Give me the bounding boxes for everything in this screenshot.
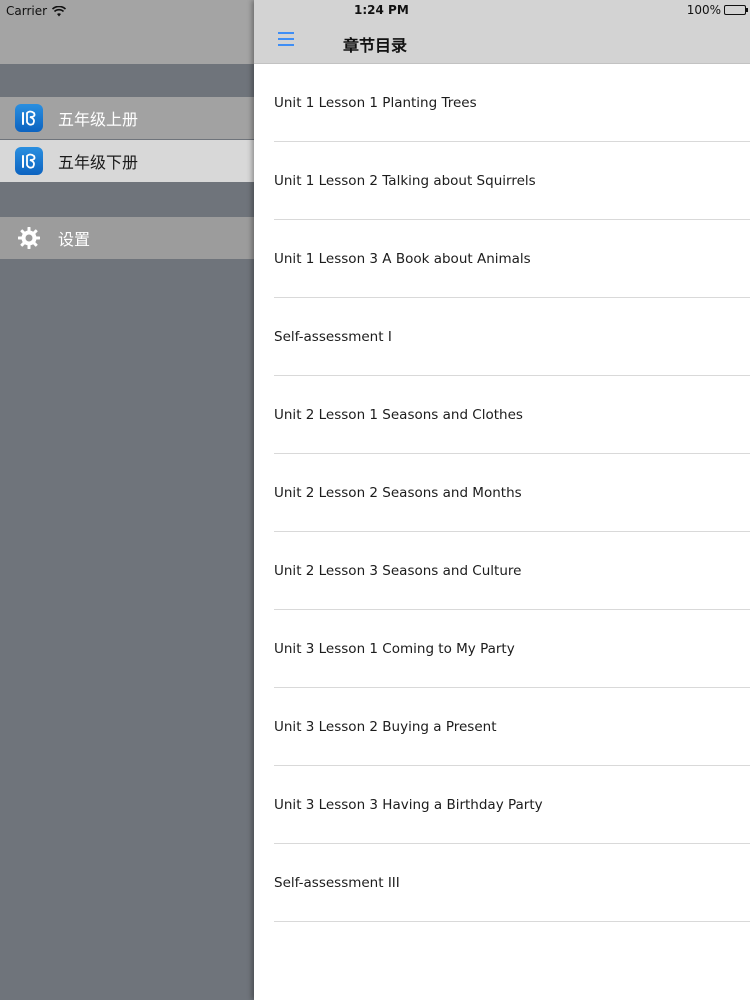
carrier-label: Carrier bbox=[6, 4, 48, 18]
battery-icon bbox=[724, 5, 748, 15]
status-left: Carrier bbox=[6, 3, 67, 19]
chapter-label: Unit 3 Lesson 1 Coming to My Party bbox=[274, 641, 515, 657]
chapter-label: Unit 3 Lesson 3 Having a Birthday Party bbox=[274, 797, 543, 813]
chapter-list: Unit 1 Lesson 1 Planting Trees Unit 1 Le… bbox=[254, 64, 750, 922]
chapter-item[interactable]: Self-assessment I bbox=[254, 298, 750, 376]
gear-icon bbox=[15, 224, 43, 252]
sidebar-item-settings[interactable]: 设置 bbox=[0, 217, 254, 259]
chapter-label: Unit 1 Lesson 3 A Book about Animals bbox=[274, 251, 531, 267]
navigation-bar: 1:24 PM 100% 章节目录 bbox=[254, 0, 750, 64]
status-time: 1:24 PM bbox=[354, 3, 409, 17]
hamburger-menu-icon[interactable] bbox=[278, 32, 296, 48]
chapter-label: Unit 3 Lesson 2 Buying a Present bbox=[274, 719, 497, 735]
chapter-label: Unit 2 Lesson 1 Seasons and Clothes bbox=[274, 407, 523, 423]
chapter-item[interactable]: Self-assessment III bbox=[254, 844, 750, 922]
chapter-label: Self-assessment I bbox=[274, 329, 392, 345]
wifi-icon bbox=[52, 5, 67, 16]
chapter-item[interactable]: Unit 1 Lesson 2 Talking about Squirrels bbox=[254, 142, 750, 220]
chapter-item[interactable]: Unit 2 Lesson 2 Seasons and Months bbox=[254, 454, 750, 532]
chapter-item[interactable]: Unit 2 Lesson 1 Seasons and Clothes bbox=[254, 376, 750, 454]
chapter-item[interactable]: Unit 1 Lesson 1 Planting Trees bbox=[254, 64, 750, 142]
sidebar: Carrier 五年级上册 五年级下册 设置 bbox=[0, 0, 254, 1000]
chapter-label: Self-assessment III bbox=[274, 875, 400, 891]
chapter-item[interactable]: Unit 3 Lesson 2 Buying a Present bbox=[254, 688, 750, 766]
chapter-label: Unit 2 Lesson 2 Seasons and Months bbox=[274, 485, 522, 501]
chapter-panel: 1:24 PM 100% 章节目录 Unit 1 Lesson 1 Planti… bbox=[254, 0, 750, 1000]
sidebar-item-label: 设置 bbox=[58, 230, 91, 249]
sidebar-item-grade5-vol1[interactable]: 五年级上册 bbox=[0, 97, 254, 139]
book-app-icon bbox=[15, 147, 43, 175]
sidebar-item-label: 五年级上册 bbox=[58, 110, 139, 129]
sidebar-item-label: 五年级下册 bbox=[58, 153, 139, 172]
status-right: 100% bbox=[686, 3, 748, 17]
book-app-icon bbox=[15, 104, 43, 132]
chapter-item[interactable]: Unit 2 Lesson 3 Seasons and Culture bbox=[254, 532, 750, 610]
chapter-item[interactable]: Unit 1 Lesson 3 A Book about Animals bbox=[254, 220, 750, 298]
chapter-label: Unit 1 Lesson 1 Planting Trees bbox=[274, 95, 477, 111]
chapter-item[interactable]: Unit 3 Lesson 1 Coming to My Party bbox=[254, 610, 750, 688]
sidebar-header: Carrier bbox=[0, 0, 254, 64]
chapter-label: Unit 2 Lesson 3 Seasons and Culture bbox=[274, 563, 522, 579]
battery-percent: 100% bbox=[686, 3, 721, 17]
chapter-item[interactable]: Unit 3 Lesson 3 Having a Birthday Party bbox=[254, 766, 750, 844]
sidebar-item-grade5-vol2[interactable]: 五年级下册 bbox=[0, 140, 254, 182]
chapter-label: Unit 1 Lesson 2 Talking about Squirrels bbox=[274, 173, 536, 189]
